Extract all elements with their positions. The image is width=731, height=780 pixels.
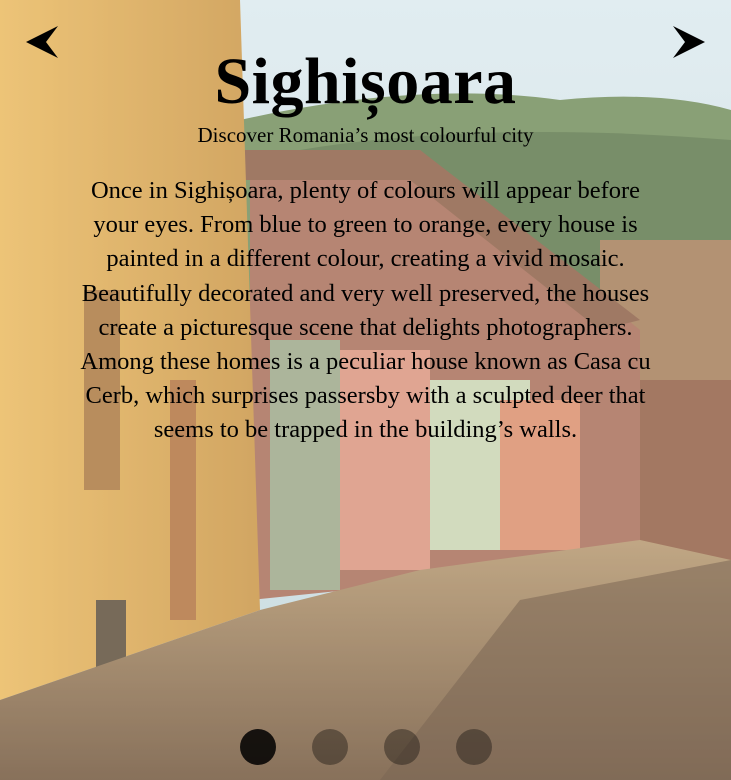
pagination-dot[interactable] [384, 729, 420, 765]
slide-subtitle: Discover Romania’s most colourful city [197, 123, 534, 147]
slide-description: Once in Sighișoara, plenty of colours wi… [80, 177, 651, 444]
slide-title: Sighișoara [214, 45, 517, 118]
pagination-dot[interactable] [456, 729, 492, 765]
pagination-dot[interactable] [240, 729, 276, 765]
pagination-dot[interactable] [312, 729, 348, 765]
pagination [240, 729, 492, 765]
